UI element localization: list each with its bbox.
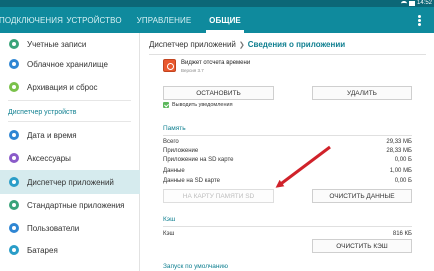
clock-icon [9,130,19,140]
default-apps-icon [9,200,19,210]
breadcrumb-separator-icon: ❯ [238,42,245,49]
stopwatch-app-icon [163,59,176,72]
memory-row-label: Данные [163,168,185,174]
sidebar-item-label: Дата и время [27,130,77,140]
wifi-icon [400,1,407,6]
clear-cache-button[interactable]: ОЧИСТИТЬ КЭШ [312,239,412,253]
accounts-icon [9,39,19,49]
memory-row-value: 28,33 МБ [386,148,412,154]
users-icon [9,223,19,233]
memory-row-total: Всего 29,33 МБ [163,139,412,148]
app-version: Версия 3.7 [181,68,204,73]
status-time: 14:52 [416,0,432,6]
battery-icon [9,245,19,255]
status-bar: 14:52 [0,0,434,7]
breadcrumb-divider [149,54,426,55]
overflow-menu-icon[interactable] [418,15,422,26]
default-launch-section-title: Запуск по умолчанию [163,263,228,270]
accessories-icon [9,153,19,163]
memory-row-label: Приложение [163,148,199,154]
sidebar-item-battery[interactable]: Батарея [0,239,140,261]
sidebar-item-cloud[interactable]: Облачное хранилище [0,53,140,75]
cache-row-value: 816 КБ [392,231,412,237]
memory-row-data-sd: Данные на SD карте 0,00 Б [163,178,412,187]
breadcrumb-parent[interactable]: Диспетчер приложений [149,40,236,49]
sidebar: Учетные записи Облачное хранилище Архива… [0,33,140,271]
clear-data-button[interactable]: ОЧИСТИТЬ ДАННЫЕ [312,189,412,203]
memory-row-data: Данные 1,00 МБ [163,168,412,177]
notifications-row[interactable]: Выводить уведомления [163,102,233,108]
sidebar-divider [8,121,131,122]
sidebar-item-users[interactable]: Пользователи [0,217,140,239]
sidebar-section-label: Диспетчер устройств [8,109,77,116]
app-info-panel: Диспетчер приложений ❯ Сведения о приложен… [141,33,434,271]
sidebar-item-accessories[interactable]: Аксессуары [0,147,140,169]
memory-row-label: Всего [163,139,179,145]
sidebar-item-date-time[interactable]: Дата и время [0,124,140,146]
move-to-sd-button[interactable]: НА КАРТУ ПАМЯТИ SD [163,189,274,203]
cloud-icon [9,59,19,69]
tab-controls[interactable]: УПРАВЛЕНИЕ [126,7,202,33]
app-name: Виджет отсчета времени [181,60,251,66]
sidebar-item-label: Пользователи [27,223,80,233]
cache-row-label: Кэш [163,231,175,237]
apps-icon [9,177,19,187]
memory-row-app: Приложение 28,33 МБ [163,148,412,157]
sidebar-item-label: Облачное хранилище [27,59,108,69]
uninstall-button[interactable]: УДАЛИТЬ [312,86,412,100]
tab-general[interactable]: ОБЩИЕ [202,7,248,33]
sidebar-item-label: Архивация и сброс [27,82,98,92]
sidebar-divider [8,100,131,101]
settings-tab-bar: ПОДКЛЮЧЕНИЯ УСТРОЙСТВО УПРАВЛЕНИЕ ОБЩИЕ [0,7,434,33]
status-icons: 14:52 [400,0,432,7]
stop-button[interactable]: ОСТАНОВИТЬ [163,86,274,100]
memory-row-value: 0,00 Б [394,157,412,163]
backup-icon [9,82,19,92]
cache-divider [163,226,412,227]
battery-status-icon [408,1,415,6]
breadcrumb-current: Сведения о приложении [247,40,346,49]
sidebar-item-label: Диспетчер приложений [27,177,114,187]
memory-row-label: Приложение на SD карте [163,157,234,163]
tab-connections[interactable]: ПОДКЛЮЧЕНИЯ [0,7,63,33]
notifications-checkbox[interactable] [163,102,169,108]
sidebar-item-default-apps[interactable]: Стандартные приложения [0,194,140,216]
sidebar-item-label: Батарея [27,245,58,255]
breadcrumb: Диспетчер приложений ❯ Сведения о приложен… [149,40,345,49]
sidebar-item-accounts[interactable]: Учетные записи [0,33,140,55]
memory-row-label: Данные на SD карте [163,178,220,184]
sidebar-item-label: Аксессуары [27,153,71,163]
memory-row-app-sd: Приложение на SD карте 0,00 Б [163,157,412,166]
tab-device[interactable]: УСТРОЙСТВО [62,7,126,33]
sidebar-item-app-manager[interactable]: Диспетчер приложений [0,170,140,194]
notifications-label: Выводить уведомления [172,102,233,108]
memory-divider [163,135,412,136]
memory-row-value: 0,00 Б [394,178,412,184]
memory-section-title: Память [163,125,186,132]
cache-section-title: Кэш [163,216,176,223]
sidebar-item-label: Учетные записи [27,39,87,49]
sidebar-item-label: Стандартные приложения [27,200,125,210]
memory-row-value: 29,33 МБ [386,139,412,145]
memory-row-value: 1,00 МБ [389,168,412,174]
sidebar-item-backup[interactable]: Архивация и сброс [0,76,140,98]
